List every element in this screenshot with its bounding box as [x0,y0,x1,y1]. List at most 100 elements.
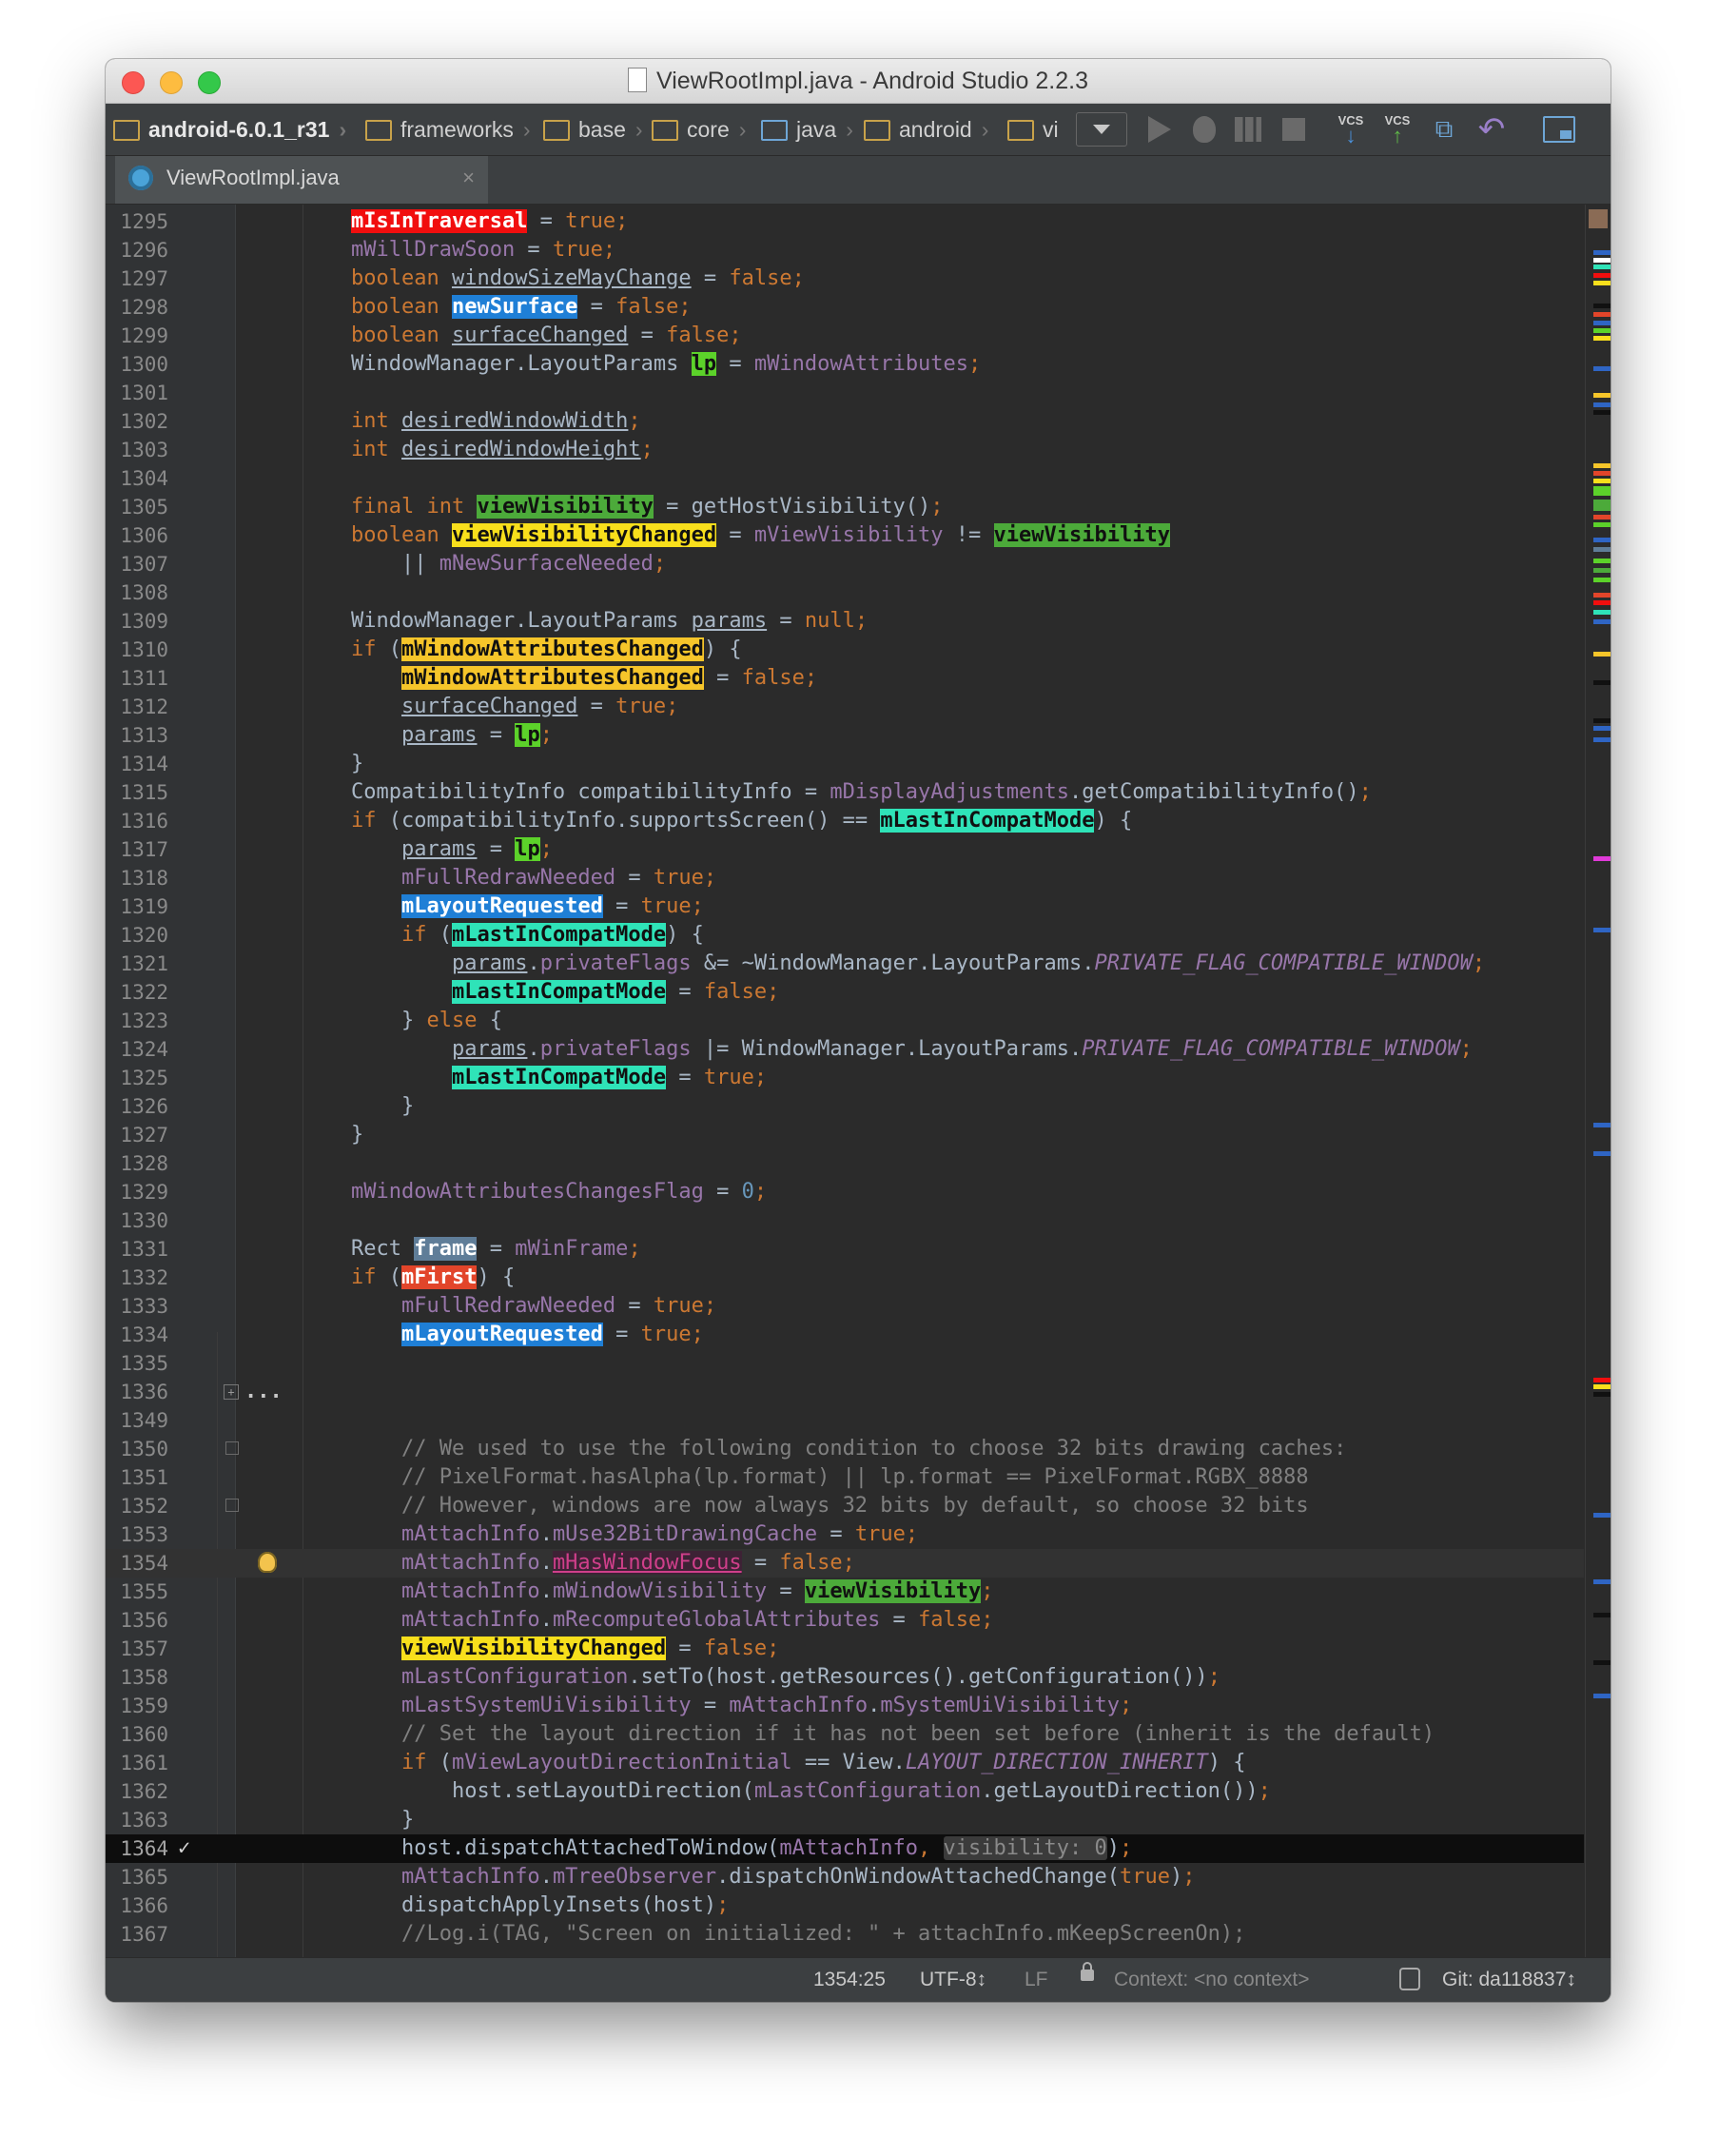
code-line[interactable]: 1309 WindowManager.LayoutParams params = … [106,607,1584,636]
code-line[interactable]: 1295 mIsInTraversal = true; [106,207,1584,236]
line-number[interactable]: 1297 [106,265,168,293]
line-number[interactable]: 1322 [106,978,168,1007]
line-number[interactable]: 1314 [106,750,168,778]
code-line[interactable]: 1353 mAttachInfo.mUse32BitDrawingCache =… [106,1520,1584,1549]
line-number[interactable]: 1302 [106,407,168,436]
line-number[interactable]: 1364 [106,1834,168,1863]
line-number[interactable]: 1310 [106,636,168,664]
folded-region-placeholder[interactable]: ... [244,1378,283,1406]
line-number[interactable]: 1355 [106,1578,168,1606]
line-number[interactable]: 1301 [106,379,168,407]
line-number[interactable]: 1304 [106,464,168,493]
line-number[interactable]: 1299 [106,322,168,350]
run-config-dropdown[interactable] [1076,112,1127,147]
line-number[interactable]: 1313 [106,721,168,750]
line-number[interactable]: 1350 [106,1435,168,1463]
breadcrumb-android[interactable]: android › [864,115,988,144]
code-line[interactable]: 1367 //Log.i(TAG, "Screen on initialized… [106,1920,1584,1949]
line-number[interactable]: 1317 [106,835,168,864]
line-number[interactable]: 1349 [106,1406,168,1435]
error-stripe-scrollbar[interactable] [1585,205,1611,1958]
code-line[interactable]: 1331 Rect frame = mWinFrame; [106,1235,1584,1264]
code-line[interactable]: 1314} [106,750,1584,778]
line-number[interactable]: 1316 [106,807,168,835]
tab-viewrootimpl[interactable]: ViewRootImpl.java × [115,156,488,204]
code-line[interactable]: 1307 || mNewSurfaceNeeded; [106,550,1584,578]
line-number[interactable]: 1361 [106,1749,168,1777]
fold-marker-icon[interactable] [225,1499,239,1512]
code-line[interactable]: 1364 host.dispatchAttachedToWindow(mAtta… [106,1834,1584,1863]
line-number[interactable]: 1306 [106,521,168,550]
debug-button[interactable] [1187,112,1221,147]
line-number[interactable]: 1365 [106,1863,168,1891]
breadcrumb-view[interactable]: vi [1007,115,1059,144]
line-number[interactable]: 1321 [106,950,168,978]
breadcrumb-project[interactable]: android-6.0.1_r31 › [113,115,346,144]
code-line[interactable]: 1354 mAttachInfo.mHasWindowFocus = false… [106,1549,1584,1578]
breadcrumb-java[interactable]: java › [761,115,853,144]
line-number[interactable]: 1360 [106,1720,168,1749]
code-line[interactable]: 1321 params.privateFlags &= ~WindowManag… [106,950,1584,978]
code-line[interactable]: 1327} [106,1121,1584,1149]
fold-marker-icon[interactable] [225,1441,239,1455]
line-number[interactable]: 1329 [106,1178,168,1206]
code-line[interactable]: 1366 dispatchApplyInsets(host); [106,1891,1584,1920]
code-line[interactable]: 1363 } [106,1806,1584,1834]
line-number[interactable]: 1335 [106,1349,168,1378]
line-number[interactable]: 1334 [106,1321,168,1349]
line-number[interactable]: 1296 [106,236,168,265]
line-number[interactable]: 1362 [106,1777,168,1806]
caret-position[interactable]: 1354:25 [813,1969,886,1991]
code-line[interactable]: 1305 final int viewVisibility = getHostVi… [106,493,1584,521]
line-number[interactable]: 1326 [106,1092,168,1121]
breadcrumb-core[interactable]: core › [652,115,746,144]
line-number[interactable]: 1295 [106,207,168,236]
line-number[interactable]: 1359 [106,1692,168,1720]
code-editor[interactable]: 1295 mIsInTraversal = true; 1296 mWillDrawS… [106,205,1611,1958]
code-line[interactable]: 1317 params = lp; [106,835,1584,864]
code-line[interactable]: 1325 mLastInCompatMode = true; [106,1064,1584,1092]
code-line[interactable]: 1303 int desiredWindowHeight; [106,436,1584,464]
line-number[interactable]: 1331 [106,1235,168,1264]
code-line[interactable]: 1315 CompatibilityInfo compatibilityInfo … [106,778,1584,807]
code-line[interactable]: 1335 [106,1349,1584,1378]
breadcrumb-base[interactable]: base › [543,115,643,144]
line-number[interactable]: 1327 [106,1121,168,1149]
line-number[interactable]: 1332 [106,1264,168,1292]
code-line[interactable]: 1356 mAttachInfo.mRecomputeGlobalAttribu… [106,1606,1584,1635]
vcs-commit-button[interactable]: VCS ↑ [1378,112,1416,147]
line-number[interactable]: 1303 [106,436,168,464]
code-line[interactable]: 1316 if (compatibilityInfo.supportsScreen… [106,807,1584,835]
code-line[interactable]: 1326 } [106,1092,1584,1121]
vcs-history-button[interactable]: ⧉ [1427,112,1461,147]
code-line[interactable]: 1304 [106,464,1584,493]
code-line[interactable]: 1322 mLastInCompatMode = false; [106,978,1584,1007]
code-line[interactable]: 1362 host.setLayoutDirection(mLastConfig… [106,1777,1584,1806]
line-number[interactable]: 1363 [106,1806,168,1834]
close-tab-icon[interactable]: × [462,166,475,190]
code-line[interactable]: 1300 WindowManager.LayoutParams lp = mWin… [106,350,1584,379]
code-line[interactable]: 1297 boolean windowSizeMayChange = false; [106,265,1584,293]
line-separator[interactable]: LF [1025,1969,1048,1991]
line-number[interactable]: 1309 [106,607,168,636]
code-line[interactable]: 1336 +... [106,1378,1584,1406]
line-number[interactable]: 1305 [106,493,168,521]
line-number[interactable]: 1318 [106,864,168,892]
line-number[interactable]: 1300 [106,350,168,379]
line-number[interactable]: 1366 [106,1891,168,1920]
line-number[interactable]: 1358 [106,1663,168,1692]
code-line[interactable]: 1308 [106,578,1584,607]
code-line[interactable]: 1349 [106,1406,1584,1435]
line-number[interactable]: 1353 [106,1520,168,1549]
line-number[interactable]: 1325 [106,1064,168,1092]
intention-bulb-icon[interactable] [258,1552,277,1573]
code-line[interactable]: 1313 params = lp; [106,721,1584,750]
code-line[interactable]: 1355 mAttachInfo.mWindowVisibility = vie… [106,1578,1584,1606]
profile-button[interactable] [1231,112,1265,147]
line-number[interactable]: 1354 [106,1549,168,1578]
code-line[interactable]: 1352 // However, windows are now always … [106,1492,1584,1520]
code-line[interactable]: 1298 boolean newSurface = false; [106,293,1584,322]
vcs-update-button[interactable]: VCS ↓ [1332,112,1370,147]
code-line[interactable]: 1301 [106,379,1584,407]
line-number[interactable]: 1307 [106,550,168,578]
